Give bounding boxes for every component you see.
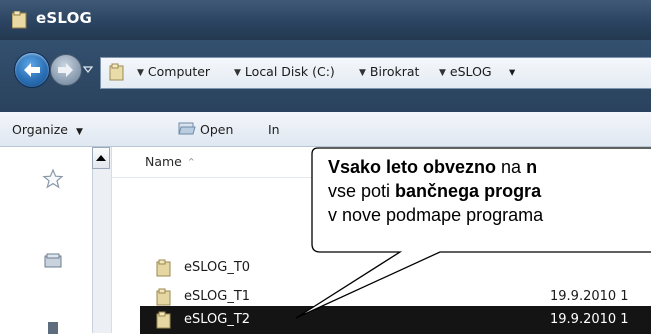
callout-line-3: v nove podmape programa: [328, 205, 544, 225]
callout-line-2: vse poti bančnega progra: [328, 181, 542, 201]
callout-text: Vsako leto obvezno na n vse poti bančneg…: [328, 155, 651, 227]
callout-line-1: Vsako leto obvezno na n: [328, 157, 538, 177]
